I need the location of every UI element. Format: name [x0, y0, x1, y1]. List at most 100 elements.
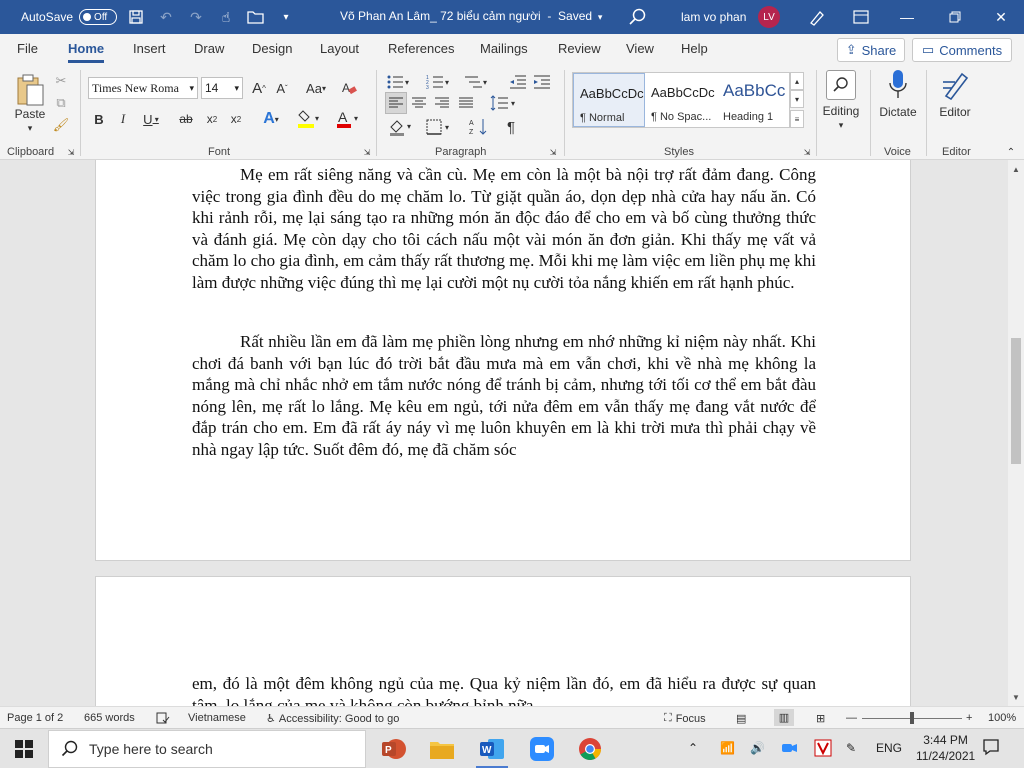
clipboard-icon[interactable]	[10, 70, 50, 110]
input-language[interactable]: ENG	[876, 741, 902, 755]
redo-icon[interactable]: ↷	[185, 6, 207, 28]
windows-start-icon[interactable]	[4, 733, 44, 765]
superscript-icon[interactable]: x2	[226, 108, 246, 130]
autosave-toggle[interactable]: Off	[79, 9, 118, 25]
copy-icon[interactable]: ⧉	[52, 94, 70, 112]
clear-formatting-icon[interactable]: A	[338, 77, 360, 99]
styles-scroll-down-icon[interactable]: ▾	[790, 90, 804, 108]
justify-icon[interactable]	[455, 92, 477, 114]
zoom-level[interactable]: 100%	[988, 712, 1016, 724]
paragraph-3[interactable]: em, đó là một đêm không ngủ của mẹ. Qua …	[192, 673, 816, 706]
line-spacing-icon[interactable]: ▾	[488, 92, 520, 114]
styles-more-icon[interactable]: ≡	[790, 110, 804, 128]
document-area[interactable]: Mẹ em rất siêng năng và cần cù. Mẹ em cò…	[0, 160, 1008, 706]
user-name[interactable]: lam vo phan	[681, 10, 746, 24]
search-icon[interactable]	[826, 70, 856, 100]
italic-icon[interactable]: I	[114, 108, 132, 130]
read-mode-icon[interactable]: ▤	[736, 712, 746, 725]
avatar[interactable]: LV	[758, 6, 780, 28]
chevron-down-icon[interactable]: ▾	[22, 122, 38, 134]
strikethrough-icon[interactable]: ab	[176, 108, 196, 130]
autosave-control[interactable]: AutoSave Off	[0, 9, 118, 25]
share-button[interactable]: ⇪ Share	[837, 38, 905, 62]
multilevel-list-icon[interactable]: ▾	[462, 72, 492, 92]
dialog-launcher-icon[interactable]: ⇲	[802, 146, 812, 158]
text-effects-icon[interactable]: A ▾	[256, 108, 286, 130]
style-no-spacing[interactable]: AaBbCcDc ¶ No Spac...	[645, 73, 717, 127]
chrome-icon[interactable]	[570, 733, 610, 765]
file-explorer-icon[interactable]	[422, 733, 462, 765]
subscript-icon[interactable]: x2	[202, 108, 222, 130]
tab-home[interactable]: Home	[68, 41, 105, 63]
paragraph-2[interactable]: Rất nhiều lần em đã làm mẹ phiền lòng nh…	[192, 331, 816, 461]
microphone-icon[interactable]	[884, 68, 912, 102]
undo-icon[interactable]: ↶	[155, 6, 177, 28]
zoom-icon[interactable]	[522, 733, 562, 765]
font-color-icon[interactable]: A ▾	[332, 108, 364, 130]
restore-button[interactable]	[932, 0, 978, 34]
web-layout-icon[interactable]: ⊞	[816, 712, 825, 725]
align-right-icon[interactable]	[431, 92, 453, 114]
borders-icon[interactable]: ▾	[424, 116, 454, 138]
scroll-up-icon[interactable]: ▲	[1008, 162, 1024, 176]
scroll-down-icon[interactable]: ▼	[1008, 690, 1024, 704]
pen-workspace-icon[interactable]: ✎	[846, 741, 856, 755]
editor-button[interactable]: Editor	[932, 104, 978, 120]
editor-icon[interactable]	[938, 68, 972, 102]
dialog-launcher-icon[interactable]: ⇲	[66, 146, 76, 158]
tab-help[interactable]: Help	[681, 41, 708, 56]
show-formatting-icon[interactable]: ¶	[500, 116, 522, 138]
document-title[interactable]: Võ Phan An Lâm_ 72 biểu cảm người - Save…	[340, 9, 602, 23]
page-1[interactable]: Mẹ em rất siêng năng và cần cù. Mẹ em cò…	[95, 160, 911, 561]
minimize-button[interactable]: —	[884, 0, 930, 34]
styles-scroll-up-icon[interactable]: ▴	[790, 72, 804, 90]
font-size-box[interactable]: 14 ▾	[201, 77, 243, 99]
cut-icon[interactable]: ✂	[52, 72, 70, 90]
taskbar-search-input[interactable]: Type here to search	[48, 730, 366, 768]
style-heading-1[interactable]: AaBbCc Heading 1	[717, 73, 789, 127]
font-name-box[interactable]: Times New Roma ▾	[88, 77, 198, 99]
editing-button[interactable]: Editing	[818, 103, 864, 119]
open-folder-icon[interactable]	[245, 6, 267, 28]
word-count[interactable]: 665 words	[84, 712, 135, 724]
word-icon[interactable]: W	[472, 733, 512, 768]
paste-button[interactable]: Paste	[10, 106, 50, 122]
zoom-slider-thumb[interactable]	[910, 712, 914, 724]
sort-icon[interactable]: AZ	[468, 116, 490, 138]
format-painter-icon[interactable]: 🖌	[52, 116, 70, 134]
ribbon-display-icon[interactable]	[838, 0, 884, 34]
save-icon[interactable]	[125, 6, 147, 28]
highlight-icon[interactable]: ▾	[292, 108, 326, 130]
tab-layout[interactable]: Layout	[320, 41, 359, 56]
tab-references[interactable]: References	[388, 41, 454, 56]
clock[interactable]: 3:44 PM 11/24/2021	[916, 732, 975, 764]
align-left-icon[interactable]	[385, 92, 407, 114]
touch-mode-icon[interactable]: ☝	[215, 6, 237, 28]
style-normal[interactable]: AaBbCcDc ¶ Normal	[573, 73, 645, 127]
paragraph-1[interactable]: Mẹ em rất siêng năng và cần cù. Mẹ em cò…	[192, 164, 816, 294]
dialog-launcher-icon[interactable]: ⇲	[548, 146, 558, 158]
zoom-out-button[interactable]: —	[846, 712, 857, 724]
print-layout-icon[interactable]: ▥	[774, 709, 794, 726]
zoom-in-button[interactable]: +	[966, 712, 972, 724]
dialog-launcher-icon[interactable]: ⇲	[362, 146, 372, 158]
customize-qat-icon[interactable]: ▾	[275, 6, 297, 28]
search-icon[interactable]	[628, 7, 648, 27]
tab-design[interactable]: Design	[252, 41, 292, 56]
page-2[interactable]: em, đó là một đêm không ngủ của mẹ. Qua …	[95, 576, 911, 706]
shading-icon[interactable]: ▾	[386, 116, 416, 138]
bullets-icon[interactable]: ▾	[384, 72, 414, 92]
tab-review[interactable]: Review	[558, 41, 601, 56]
app-tray-icon[interactable]	[814, 739, 832, 760]
proofing-icon[interactable]	[156, 712, 170, 724]
align-center-icon[interactable]	[408, 92, 430, 114]
dictate-button[interactable]: Dictate	[872, 104, 924, 120]
underline-icon[interactable]: U ▾	[138, 108, 164, 130]
grow-font-icon[interactable]: A ^	[249, 77, 269, 99]
notifications-icon[interactable]	[982, 738, 1000, 759]
accessibility-status[interactable]: ♿ Accessibility: Good to go	[266, 712, 399, 726]
tab-insert[interactable]: Insert	[133, 41, 166, 56]
network-icon[interactable]: 📶	[720, 741, 735, 755]
powerpoint-icon[interactable]: P	[374, 733, 414, 765]
page-count[interactable]: Page 1 of 2	[7, 712, 63, 724]
